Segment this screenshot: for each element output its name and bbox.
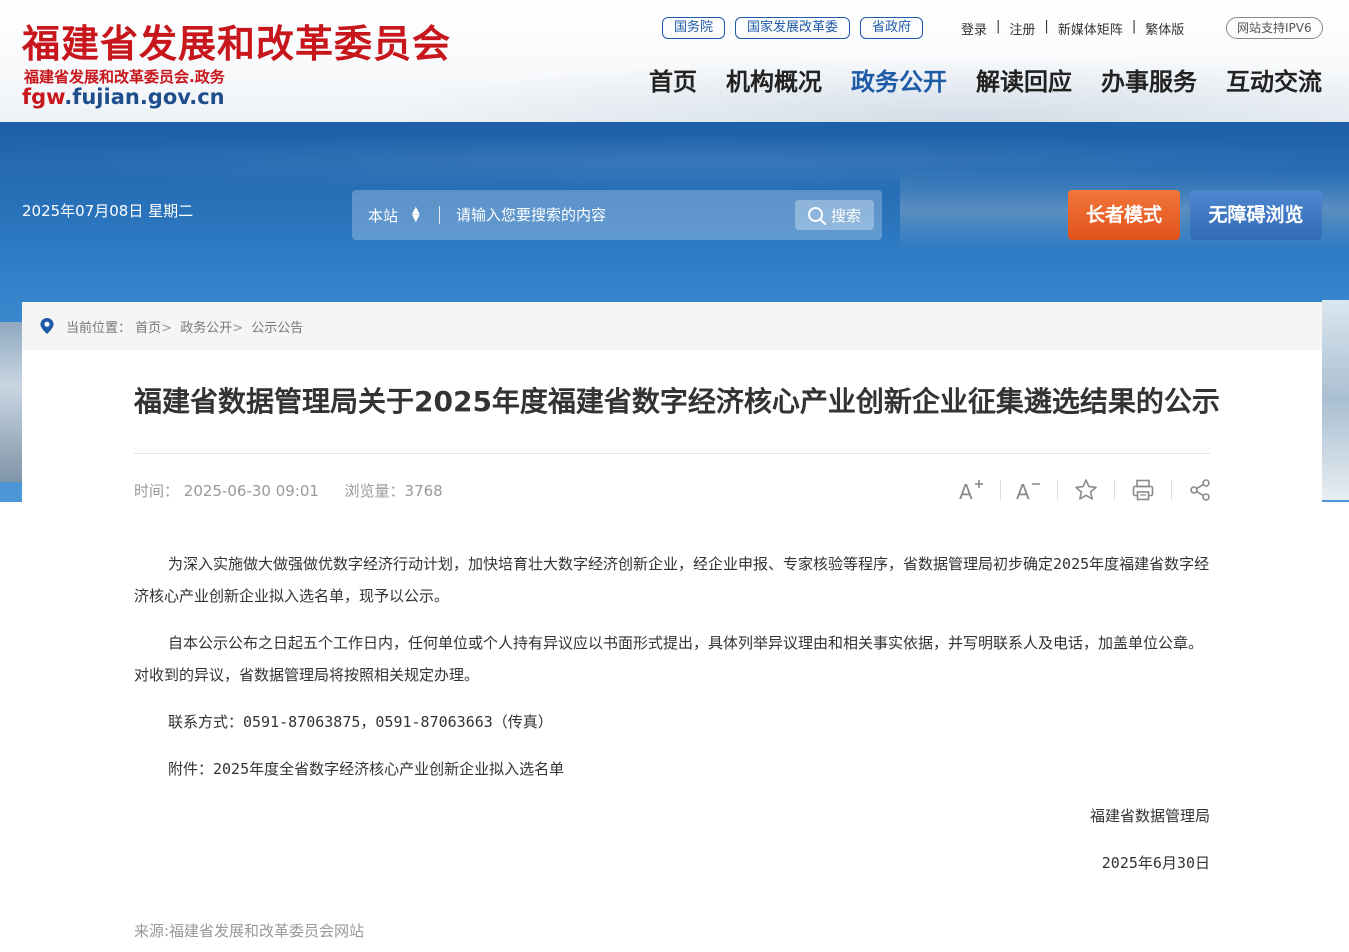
breadcrumb-prefix: 当前位置： bbox=[66, 321, 132, 336]
elder-mode-button[interactable]: 长者模式 bbox=[1068, 190, 1180, 240]
link-provincial-gov[interactable]: 省政府 bbox=[860, 17, 924, 39]
link-separator: | bbox=[1044, 19, 1049, 34]
login-link[interactable]: 登录 bbox=[961, 19, 987, 38]
breadcrumb-home[interactable]: 首页 bbox=[135, 321, 161, 336]
font-increase-icon[interactable]: A bbox=[954, 478, 990, 502]
article-card: 当前位置： 首页> 政务公开> 公示公告 福建省数据管理局关于2025年度福建省… bbox=[22, 302, 1322, 952]
site-domain-rest: .fujian.gov.cn bbox=[64, 85, 225, 109]
site-domain: fgw.fujian.gov.cn bbox=[22, 85, 225, 109]
sort-arrows-icon[interactable]: ▲ ▼ bbox=[412, 206, 420, 224]
link-separator: | bbox=[1131, 19, 1137, 34]
nav-services[interactable]: 办事服务 bbox=[1101, 64, 1197, 100]
link-ndrc[interactable]: 国家发展改革委 bbox=[735, 17, 851, 39]
breadcrumb-bar: 当前位置： 首页> 政务公开> 公示公告 bbox=[22, 302, 1322, 350]
nav-interaction[interactable]: 互动交流 bbox=[1226, 64, 1322, 100]
favorite-star-icon[interactable] bbox=[1068, 478, 1104, 502]
article-meta: 时间： 2025-06-30 09:01 浏览量：3768 bbox=[134, 480, 443, 501]
tool-separator bbox=[1171, 480, 1172, 500]
user-links: 登录 | 注册 | 新媒体矩阵 | 繁体版 bbox=[961, 19, 1184, 38]
new-media-link[interactable]: 新媒体矩阵 bbox=[1058, 19, 1123, 38]
site-domain-prefix: fgw bbox=[22, 85, 65, 109]
site-header: 福建省发展和改革委员会 福建省发展和改革委员会.政务 fgw.fujian.go… bbox=[0, 0, 1349, 122]
views-count: 3768 bbox=[404, 482, 443, 500]
breadcrumb: 当前位置： 首页> 政务公开> 公示公告 bbox=[66, 317, 303, 336]
search-divider bbox=[439, 206, 440, 224]
article-source: 来源:福建省发展和改革委员会网站 bbox=[134, 922, 365, 940]
banner-city-left-decoration bbox=[0, 322, 22, 482]
current-date: 2025年07月08日 星期二 bbox=[22, 202, 194, 220]
search-button[interactable]: 搜索 bbox=[795, 200, 874, 230]
search-button-label: 搜索 bbox=[831, 207, 862, 225]
publish-time-value: 2025-06-30 09:01 bbox=[183, 482, 319, 500]
views-label: 浏览量： bbox=[344, 482, 405, 500]
tool-separator bbox=[1114, 480, 1115, 500]
svg-text:A: A bbox=[959, 480, 973, 501]
search-input[interactable] bbox=[456, 202, 786, 228]
font-decrease-icon[interactable]: A bbox=[1011, 478, 1047, 502]
article-title: 福建省数据管理局关于2025年度福建省数字经济核心产业创新企业征集遴选结果的公示 bbox=[134, 385, 1220, 418]
banner-bridge-right-decoration bbox=[1322, 300, 1349, 500]
breadcrumb-separator: > bbox=[161, 321, 173, 336]
print-icon[interactable] bbox=[1125, 478, 1161, 502]
article-paragraph: 自本公示公布之日起五个工作日内，任何单位或个人持有异议应以书面形式提出，具体列举… bbox=[134, 634, 1204, 684]
signature-date: 2025年6月30日 bbox=[1101, 854, 1210, 872]
breadcrumb-government-affairs[interactable]: 政务公开 bbox=[180, 321, 232, 336]
breadcrumb-separator: > bbox=[232, 321, 244, 336]
search-bar: 本站 ▲▼ 搜索 bbox=[352, 190, 882, 240]
search-scope-select[interactable]: 本站 bbox=[368, 205, 398, 226]
ipv6-badge: 网站支持IPV6 bbox=[1226, 17, 1323, 39]
link-separator: | bbox=[996, 19, 1001, 34]
contact-info: 联系方式：0591-87063875，0591-87063663（传真） bbox=[168, 713, 553, 731]
article-paragraph: 为深入实施做大做强做优数字经济行动计划，加快培育壮大数字经济创新企业，经企业申报… bbox=[134, 555, 1210, 605]
main-navigation: 首页 机构概况 政务公开 解读回应 办事服务 互动交流 bbox=[649, 64, 1322, 100]
signature-organization: 福建省数据管理局 bbox=[1089, 807, 1210, 825]
tool-separator bbox=[1000, 480, 1001, 500]
tool-separator bbox=[1057, 480, 1058, 500]
attachment-link[interactable]: 附件：2025年度全省数字经济核心产业创新企业拟入选名单 bbox=[134, 753, 1210, 785]
title-divider bbox=[134, 453, 1210, 454]
site-logo-subtitle: 福建省发展和改革委员会.政务 bbox=[24, 68, 225, 86]
search-icon bbox=[807, 206, 827, 230]
svg-text:A: A bbox=[1016, 480, 1030, 501]
site-logo-title[interactable]: 福建省发展和改革委员会 bbox=[22, 18, 451, 70]
share-icon[interactable] bbox=[1182, 478, 1218, 502]
external-links: 国务院 国家发展改革委 省政府 bbox=[662, 17, 924, 39]
article-tools: A A bbox=[954, 478, 1218, 502]
nav-organization[interactable]: 机构概况 bbox=[726, 64, 822, 100]
nav-home[interactable]: 首页 bbox=[649, 64, 697, 100]
nav-interpretation[interactable]: 解读回应 bbox=[976, 64, 1072, 100]
register-link[interactable]: 注册 bbox=[1009, 19, 1035, 38]
publish-time-label: 时间： bbox=[134, 482, 180, 500]
link-state-council[interactable]: 国务院 bbox=[662, 17, 726, 39]
accessibility-button[interactable]: 无障碍浏览 bbox=[1190, 190, 1322, 240]
traditional-chinese-link[interactable]: 繁体版 bbox=[1145, 19, 1184, 38]
nav-government-affairs[interactable]: 政务公开 bbox=[851, 64, 947, 100]
location-pin-icon bbox=[39, 317, 55, 339]
breadcrumb-announcements[interactable]: 公示公告 bbox=[251, 321, 303, 336]
